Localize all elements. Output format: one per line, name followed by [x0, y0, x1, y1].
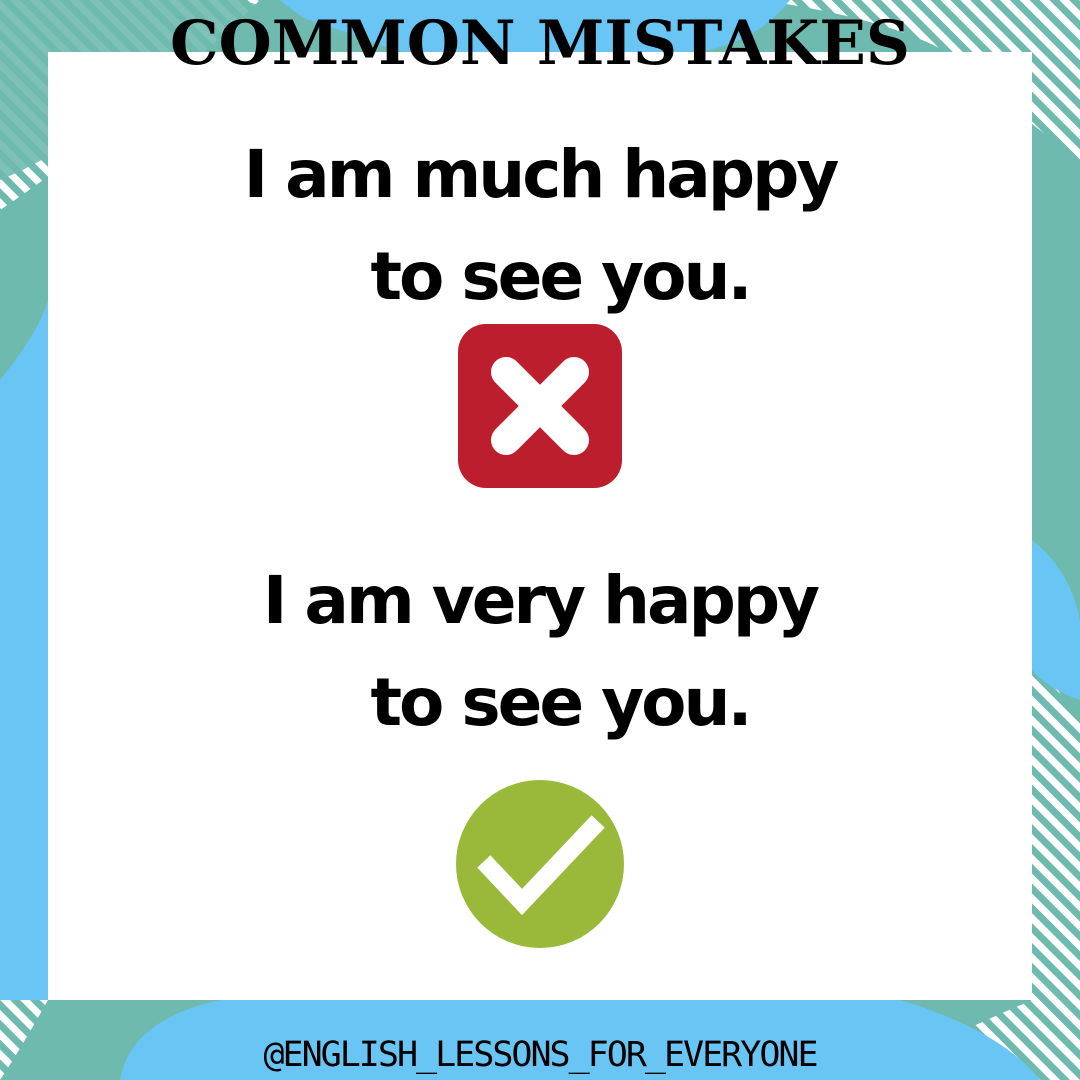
- correct-sentence-line-2: to see you.: [370, 664, 752, 741]
- check-mark-icon: [456, 780, 624, 948]
- social-handle: @ENGLISH_LESSONS_FOR_EVERYONE: [263, 1035, 818, 1075]
- correct-sentence-line-1: I am very happy: [262, 562, 820, 639]
- cross-mark-icon: [458, 324, 622, 488]
- wrong-sentence-line-1: I am much happy: [243, 136, 840, 213]
- wrong-sentence: I am much happy to see you.: [0, 124, 1080, 328]
- wrong-sentence-line-2: to see you.: [370, 238, 752, 315]
- correct-sentence: I am very happy to see you.: [0, 550, 1080, 754]
- page-title: COMMON MISTAKES: [170, 8, 910, 79]
